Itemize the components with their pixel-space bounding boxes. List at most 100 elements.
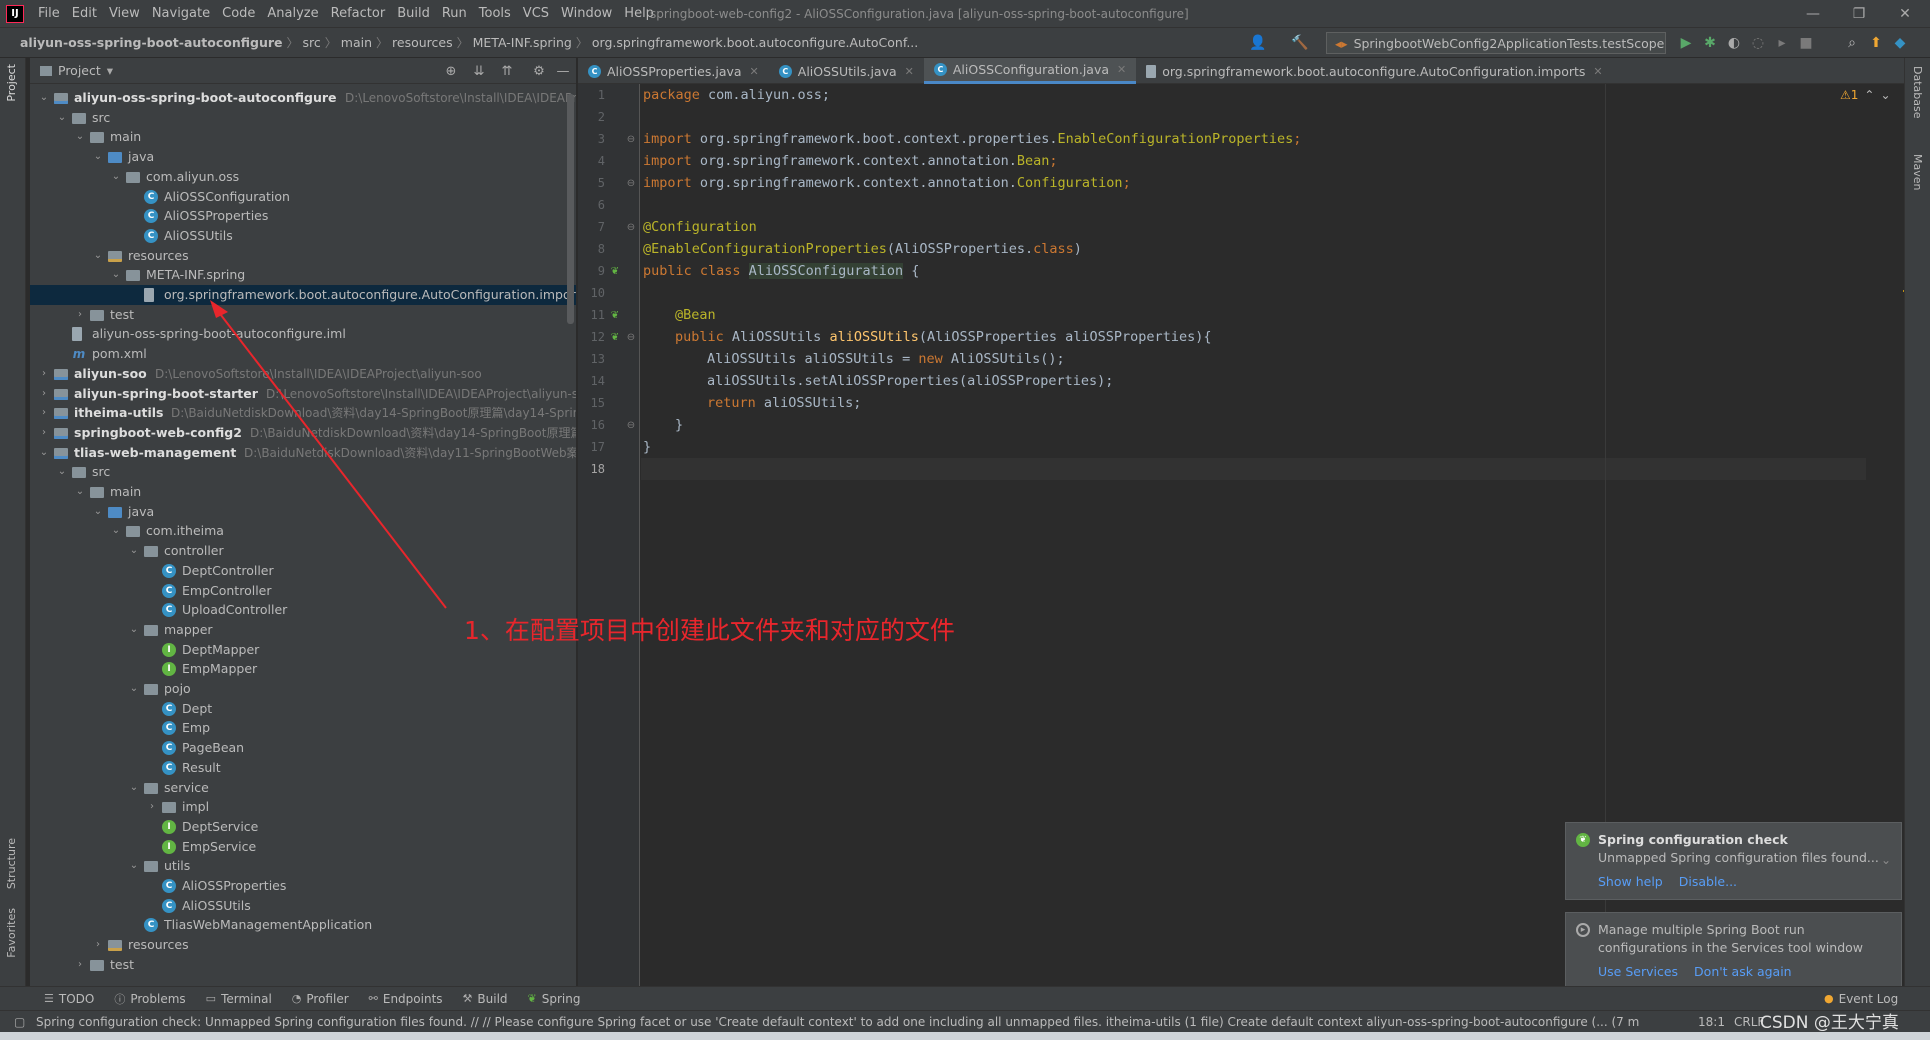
tree-node[interactable]: › springboot-web-config2 D:\BaiduNetdiskDo… <box>30 423 576 443</box>
chevron-down-icon[interactable]: ⌄ <box>38 88 50 108</box>
menu-build[interactable]: Build <box>391 6 436 21</box>
tree-node[interactable]: ⌄ pojo <box>30 679 576 699</box>
close-icon[interactable]: ✕ <box>905 65 914 78</box>
fold-icon[interactable]: ⊖ <box>624 220 638 234</box>
previous-highlight-icon[interactable]: ⌃ <box>1864 88 1874 102</box>
tree-node[interactable]: ⌄ main <box>30 482 576 502</box>
tree-node[interactable]: I DeptService <box>30 817 576 837</box>
chevron-right-icon[interactable]: › <box>38 423 50 443</box>
menu-refactor[interactable]: Refactor <box>325 6 392 21</box>
tree-node[interactable]: C AliOSSProperties <box>30 876 576 896</box>
chevron-right-icon[interactable]: › <box>38 403 50 423</box>
chevron-down-icon[interactable]: ⌄ <box>1881 851 1891 869</box>
tree-node[interactable]: ⌄ java <box>30 502 576 522</box>
event-log-tab[interactable]: ● Event Log <box>1814 992 1908 1006</box>
tree-node[interactable]: m pom.xml <box>30 344 576 364</box>
chevron-right-icon[interactable]: › <box>38 364 50 384</box>
tree-node[interactable]: ⌄ aliyun-oss-spring-boot-autoconfigure D:\… <box>30 88 576 108</box>
close-icon[interactable]: ✕ <box>1593 65 1602 78</box>
tab-aliossutils[interactable]: C AliOSSUtils.java ✕ <box>769 58 924 84</box>
editor-gutter[interactable]: 1 2 3 4 5 6 7 8 9 10 11 12 13 14 15 16 17 18 ❦ ❦ ❦ ⊖ ⊖ ⊖ ⊖ ⊖ <box>578 84 640 986</box>
database-tool-tab[interactable]: Database <box>1911 66 1924 119</box>
tree-node[interactable]: aliyun-oss-spring-boot-autoconfigure.iml <box>30 324 576 344</box>
tree-node[interactable]: › test <box>30 955 576 975</box>
collapse-all-icon[interactable]: ⇈ <box>498 62 516 80</box>
maven-tool-tab[interactable]: Maven <box>1911 154 1924 190</box>
menu-edit[interactable]: Edit <box>66 6 103 21</box>
disable-link[interactable]: Disable... <box>1679 873 1737 891</box>
status-message[interactable]: Spring configuration check: Unmapped Spr… <box>0 1015 1640 1029</box>
search-icon[interactable]: ⌕ <box>1842 33 1862 53</box>
chevron-down-icon[interactable]: ⌄ <box>56 108 68 128</box>
spring-bean-gutter-icon[interactable]: ❦ <box>608 330 622 344</box>
show-help-link[interactable]: Show help <box>1598 873 1663 891</box>
breadcrumb-resources[interactable]: resources <box>388 35 457 50</box>
project-panel-title[interactable]: Project <box>58 63 101 78</box>
chevron-down-icon[interactable]: ⌄ <box>92 147 104 167</box>
tree-node[interactable]: › resources <box>30 935 576 955</box>
chevron-down-icon[interactable]: ⌄ <box>92 502 104 522</box>
tree-node[interactable]: › test <box>30 305 576 325</box>
tree-node[interactable]: C AliOSSUtils <box>30 896 576 916</box>
tree-node[interactable]: ⌄ src <box>30 462 576 482</box>
menu-analyze[interactable]: Analyze <box>261 6 324 21</box>
minimize-button[interactable]: — <box>1790 0 1836 28</box>
structure-tool-tab[interactable]: Structure <box>5 838 18 889</box>
tree-node[interactable]: › aliyun-soo D:\LenovoSoftstore\Install\ID… <box>30 364 576 384</box>
caret-position[interactable]: 18:1 <box>1698 1015 1725 1029</box>
menu-vcs[interactable]: VCS <box>517 6 555 21</box>
tree-node[interactable]: ⌄ main <box>30 127 576 147</box>
project-tool-tab[interactable]: Project <box>5 64 18 102</box>
chevron-down-icon[interactable]: ⌄ <box>128 778 140 798</box>
project-tree-scrollbar[interactable] <box>567 94 574 324</box>
locate-file-icon[interactable]: ⊕ <box>442 62 460 80</box>
plugin-icon[interactable]: ◆ <box>1890 33 1910 53</box>
warning-count[interactable]: ⚠1 <box>1840 88 1858 102</box>
hide-panel-icon[interactable]: — <box>554 62 572 80</box>
spring-bean-gutter-icon[interactable]: ❦ <box>608 308 622 322</box>
chevron-down-icon[interactable]: ⌄ <box>128 620 140 640</box>
chevron-right-icon[interactable]: › <box>146 797 158 817</box>
tree-node[interactable]: ⌄ service <box>30 778 576 798</box>
tab-aliossconfiguration[interactable]: C AliOSSConfiguration.java ✕ <box>923 58 1137 84</box>
tree-node[interactable]: ⌄ com.itheima <box>30 521 576 541</box>
tree-node[interactable]: ⌄ tlias-web-management D:\BaiduNetdiskDown… <box>30 443 576 463</box>
tree-node[interactable]: org.springframework.boot.autoconfigure.A… <box>30 285 576 305</box>
tree-node[interactable]: I EmpService <box>30 837 576 857</box>
menu-code[interactable]: Code <box>216 6 261 21</box>
run-icon[interactable]: ▶ <box>1676 33 1696 53</box>
status-toggle-icon[interactable]: ▢ <box>14 1015 25 1029</box>
problems-tab[interactable]: ⓘ Problems <box>104 991 195 1007</box>
restore-button[interactable]: ❐ <box>1836 0 1882 28</box>
close-icon[interactable]: ✕ <box>1117 63 1126 76</box>
update-icon[interactable]: ⬆ <box>1866 33 1886 53</box>
chevron-down-icon[interactable]: ⌄ <box>38 443 50 463</box>
menu-tools[interactable]: Tools <box>473 6 517 21</box>
breadcrumb-module[interactable]: aliyun-oss-spring-boot-autoconfigure <box>0 35 287 50</box>
profile-icon[interactable]: ◌ <box>1748 33 1768 53</box>
run-configuration-selector[interactable]: ◂▸ SpringbootWebConfig2ApplicationTests.… <box>1326 32 1666 54</box>
build-tab[interactable]: ⚒ Build <box>453 992 518 1006</box>
tree-node[interactable]: › impl <box>30 797 576 817</box>
more-run-icon[interactable]: ▸ <box>1772 33 1792 53</box>
chevron-right-icon[interactable]: › <box>74 305 86 325</box>
tree-node[interactable]: › aliyun-spring-boot-starter D:\LenovoSoft… <box>30 384 576 404</box>
tree-node[interactable]: ⌄ controller <box>30 541 576 561</box>
tree-node[interactable]: C Emp <box>30 718 576 738</box>
chevron-down-icon[interactable]: ⌄ <box>110 265 122 285</box>
chevron-down-icon[interactable]: ⌄ <box>56 462 68 482</box>
tab-autoconfiguration-imports[interactable]: org.springframework.boot.autoconfigure.A… <box>1136 58 1612 84</box>
spring-tab[interactable]: ❦ Spring <box>518 992 591 1006</box>
dont-ask-again-link[interactable]: Don't ask again <box>1694 963 1792 981</box>
close-window-button[interactable]: ✕ <box>1882 0 1928 28</box>
tree-node[interactable]: C Result <box>30 758 576 778</box>
chevron-down-icon[interactable]: ▾ <box>107 63 113 78</box>
tree-node[interactable]: ⌄ java <box>30 147 576 167</box>
breadcrumb-file[interactable]: org.springframework.boot.autoconfigure.A… <box>588 35 922 50</box>
breadcrumb-main[interactable]: main <box>337 35 376 50</box>
breadcrumb-src[interactable]: src <box>299 35 325 50</box>
breadcrumb-meta-inf[interactable]: META-INF.spring <box>469 35 576 50</box>
chevron-down-icon[interactable]: ⌄ <box>128 856 140 876</box>
chevron-right-icon[interactable]: › <box>92 935 104 955</box>
menu-file[interactable]: File <box>32 6 66 21</box>
